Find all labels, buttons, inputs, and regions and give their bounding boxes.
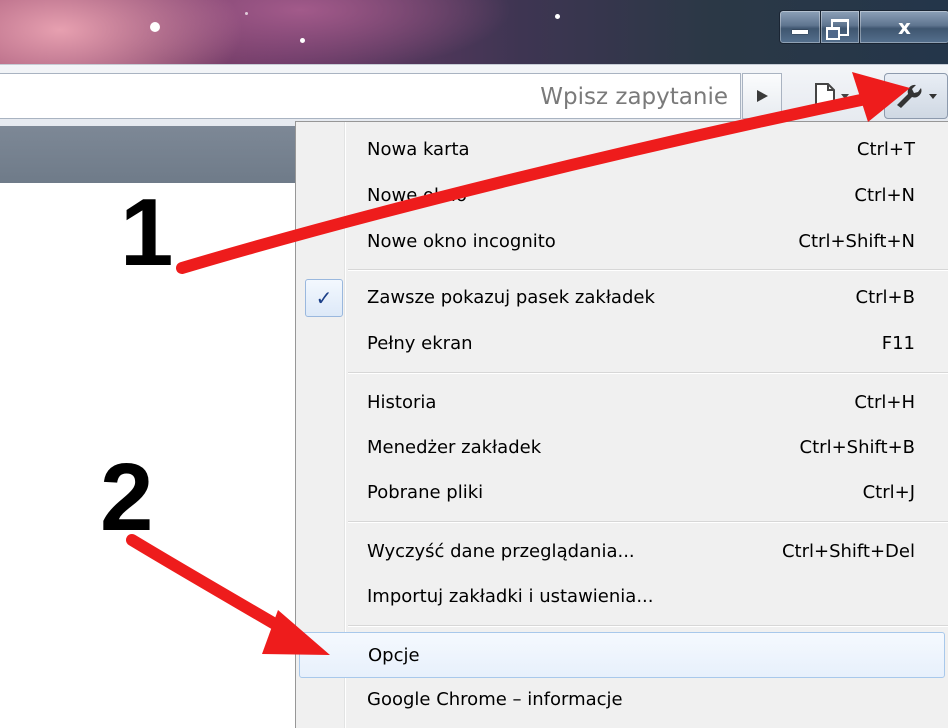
minimize-icon (792, 30, 808, 34)
menu-item-shortcut: Ctrl+H (854, 392, 915, 413)
menu-separator (348, 269, 948, 270)
menu-separator (348, 521, 948, 522)
restore-icon (826, 18, 849, 40)
browser-toolbar: Wpisz zapytanie (0, 64, 948, 127)
menu-item-label: Opcje (368, 645, 420, 666)
menu-item-new-tab[interactable]: Nowa karta Ctrl+T (299, 127, 945, 173)
menu-item-label: Zawsze pokazuj pasek zakładek (367, 287, 655, 308)
menu-item-label: Historia (367, 392, 437, 413)
restore-button[interactable] (820, 10, 860, 44)
sparkle-decoration (555, 14, 560, 19)
omnibox[interactable]: Wpisz zapytanie (0, 73, 741, 119)
checkmark-icon: ✓ (305, 279, 343, 317)
sparkle-decoration (245, 12, 248, 15)
close-button[interactable]: x (859, 10, 948, 44)
sparkle-decoration (300, 38, 305, 43)
menu-item-shortcut: Ctrl+J (862, 482, 915, 503)
page-header-bar (0, 126, 300, 183)
window-titlebar: x (0, 0, 948, 64)
step-number-1: 1 (120, 179, 174, 286)
wrench-dropdown-menu: Nowa karta Ctrl+T Nowe okno Ctrl+N Nowe … (295, 121, 948, 728)
menu-item-fullscreen[interactable]: Pełny ekran F11 (299, 321, 945, 367)
menu-item-import-bookmarks[interactable]: Importuj zakładki i ustawienia... (299, 574, 945, 620)
play-icon (757, 90, 768, 102)
minimize-button[interactable] (779, 10, 821, 44)
menu-item-history[interactable]: Historia Ctrl+H (299, 380, 945, 426)
menu-item-downloads[interactable]: Pobrane pliki Ctrl+J (299, 470, 945, 516)
menu-item-label: Nowe okno incognito (367, 231, 556, 252)
omnibox-placeholder: Wpisz zapytanie (540, 84, 728, 110)
menu-item-shortcut: Ctrl+T (856, 139, 915, 160)
menu-item-bookmarks-bar-toggle[interactable]: ✓ Zawsze pokazuj pasek zakładek Ctrl+B (299, 275, 945, 321)
menu-item-shortcut: Ctrl+B (855, 287, 915, 308)
menu-item-new-window[interactable]: Nowe okno Ctrl+N (299, 173, 945, 219)
menu-item-incognito-window[interactable]: Nowe okno incognito Ctrl+Shift+N (299, 219, 945, 265)
menu-item-label: Pobrane pliki (367, 482, 484, 503)
menu-item-shortcut: Ctrl+Shift+B (799, 437, 915, 458)
menu-item-shortcut: Ctrl+Shift+N (798, 231, 915, 252)
menu-separator (348, 625, 948, 626)
menu-item-about-chrome[interactable]: Google Chrome – informacje (299, 677, 945, 723)
menu-item-options[interactable]: Opcje (299, 632, 945, 678)
menu-item-label: Nowe okno (367, 185, 467, 206)
menu-item-shortcut: Ctrl+N (854, 185, 915, 206)
go-button[interactable] (742, 73, 782, 119)
menu-item-shortcut: F11 (881, 333, 915, 354)
page-icon (815, 83, 849, 109)
menu-item-label: Importuj zakładki i ustawienia... (367, 586, 654, 607)
wrench-menu-button[interactable] (884, 73, 948, 119)
menu-item-bookmark-manager[interactable]: Menedżer zakładek Ctrl+Shift+B (299, 425, 945, 471)
step-number-2: 2 (100, 444, 154, 551)
menu-item-label: Menedżer zakładek (367, 437, 542, 458)
menu-item-label: Nowa karta (367, 139, 470, 160)
menu-item-label: Google Chrome – informacje (367, 689, 623, 710)
menu-item-shortcut: Ctrl+Shift+Del (781, 541, 915, 562)
sparkle-decoration (150, 22, 160, 32)
menu-separator (348, 372, 948, 373)
page-menu-button[interactable] (797, 73, 867, 119)
close-icon: x (898, 15, 911, 39)
wrench-icon (897, 84, 937, 108)
menu-item-label: Pełny ekran (367, 333, 473, 354)
menu-item-label: Wyczyść dane przeglądania... (367, 541, 635, 562)
menu-item-clear-browsing-data[interactable]: Wyczyść dane przeglądania... Ctrl+Shift+… (299, 529, 945, 575)
